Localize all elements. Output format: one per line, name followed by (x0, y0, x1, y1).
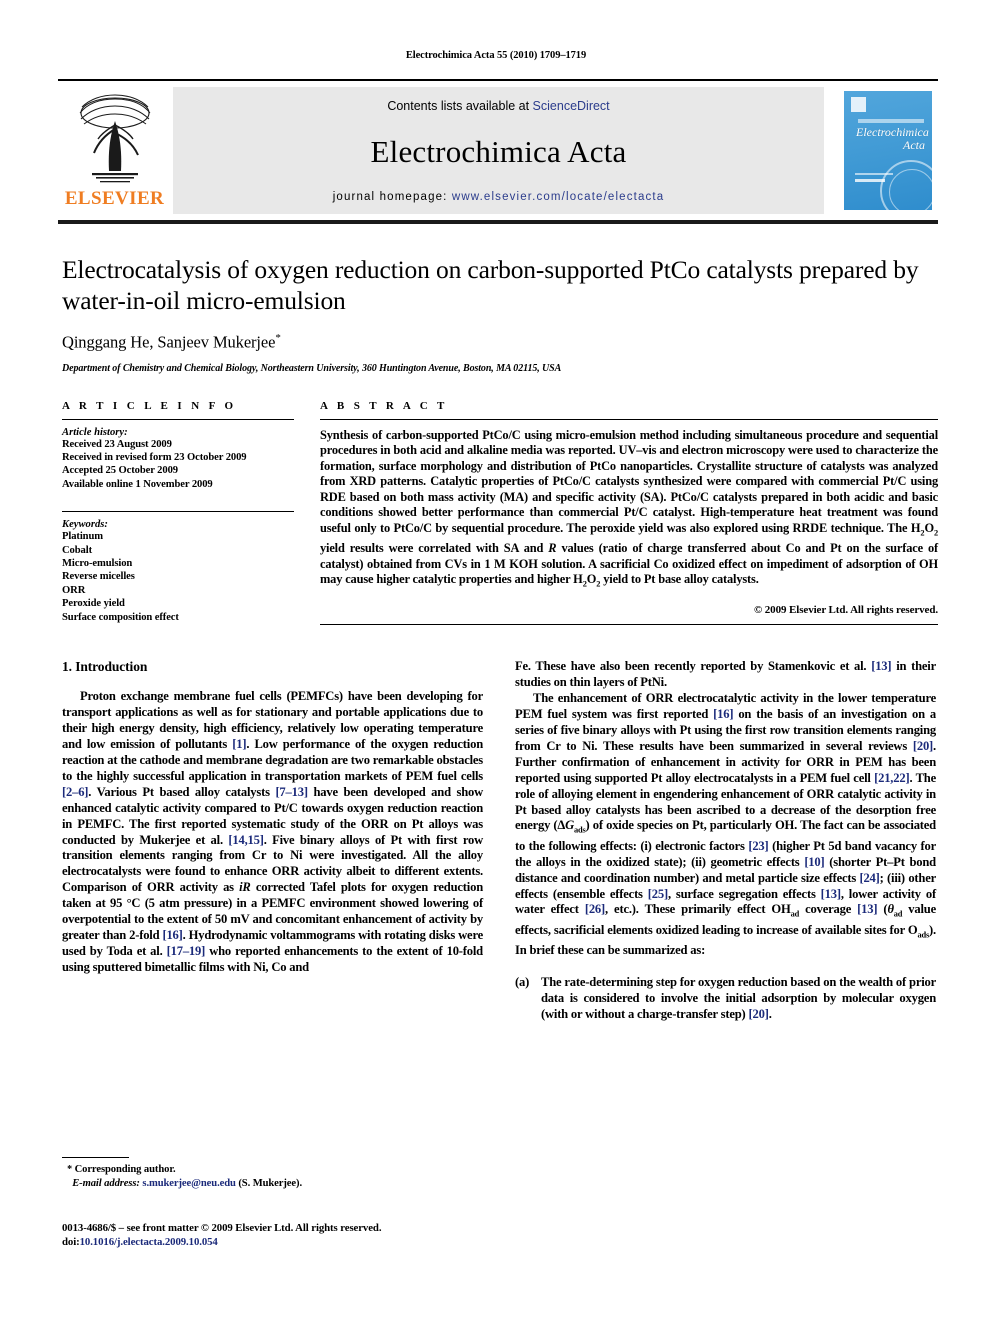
elsevier-tree-icon (79, 94, 150, 183)
citation-ref[interactable]: [14,15] (228, 833, 264, 847)
doi-link[interactable]: 10.1016/j.electacta.2009.10.054 (80, 1236, 218, 1248)
history-online: Available online 1 November 2009 (62, 478, 213, 490)
keywords-label: Keywords: (62, 519, 108, 531)
ise-seal-icon (880, 160, 932, 210)
article-info-heading: A R T I C L E I N F O (62, 399, 237, 412)
abstract-text: Synthesis of carbon-supported PtCo/C usi… (320, 427, 939, 589)
intro-paragraph-1: Proton exchange membrane fuel cells (PEM… (62, 689, 484, 974)
keyword-item: ORR (62, 584, 86, 596)
journal-masthead: ELSEVIER Contents lists available at Sci… (58, 79, 938, 214)
citation-ref[interactable]: [25] (648, 887, 668, 901)
cover-image: Electrochimica Acta (844, 91, 932, 210)
homepage-url-link[interactable]: www.elsevier.com/locate/electacta (452, 191, 664, 203)
elsevier-wordmark: ELSEVIER (64, 188, 165, 209)
page-title: Electrocatalysis of oxygen reduction on … (62, 255, 919, 315)
issn-line: 0013-4686/$ – see front matter © 2009 El… (62, 1222, 382, 1234)
citation-ref[interactable]: [1] (232, 737, 246, 751)
keywords-block: Keywords: Platinum Cobalt Micro-emulsion… (62, 511, 294, 624)
cover-title-line1: Electrochimica (856, 125, 929, 139)
keyword-item: Platinum (62, 531, 103, 543)
journal-title: Electrochimica Acta (370, 134, 627, 169)
citation-ref[interactable]: [16] (713, 707, 733, 721)
abstract-bottom-rule (320, 624, 938, 626)
footnote-rule (62, 1157, 129, 1158)
masthead-bottom-rule (58, 220, 938, 224)
paper-page: Electrochimica Acta 55 (2010) 1709–1719 (0, 0, 992, 1323)
citation-ref[interactable]: [24] (859, 871, 879, 885)
info-abstract-block: A R T I C L E I N F O Article history: R… (62, 400, 938, 626)
history-received: Received 23 August 2009 (62, 438, 172, 450)
email-link[interactable]: s.mukerjee@neu.edu (142, 1178, 235, 1189)
citation-ref[interactable]: [17–19] (167, 944, 206, 958)
affiliation: Department of Chemistry and Chemical Bio… (62, 362, 562, 374)
cover-title-line2: Acta (903, 138, 925, 152)
corresponding-author-note: * Corresponding author. (62, 1163, 483, 1177)
intro-paragraph-continued: Fe. These have also been recently report… (515, 659, 936, 690)
keyword-item: Surface composition effect (62, 611, 179, 623)
masthead-band: Contents lists available at ScienceDirec… (173, 87, 824, 214)
article-history-label: Article history: (62, 426, 128, 438)
author-names: Qinggang He, Sanjeev Mukerjee (62, 332, 276, 352)
elsevier-logo: ELSEVIER (58, 87, 171, 214)
footnote-star-marker: * (67, 1164, 73, 1175)
history-revised: Received in revised form 23 October 2009 (62, 451, 247, 463)
running-head: Electrochimica Acta 55 (2010) 1709–1719 (405, 50, 587, 61)
citation-ref[interactable]: [23] (748, 839, 768, 853)
citation-ref[interactable]: [13] (857, 902, 877, 916)
corresponding-author-marker: * (275, 332, 281, 344)
citation-ref[interactable]: [7–13] (275, 785, 308, 799)
cover-elsevier-icon (851, 97, 866, 112)
keyword-item: Cobalt (62, 544, 93, 556)
keyword-item: Peroxide yield (62, 598, 125, 610)
body-column-right: Fe. These have also been recently report… (515, 659, 936, 1023)
doi-line: doi:10.1016/j.electacta.2009.10.054 (62, 1236, 562, 1250)
history-accepted: Accepted 25 October 2009 (62, 465, 178, 477)
sciencedirect-link[interactable]: ScienceDirect (533, 99, 610, 113)
contents-prefix: Contents lists available at (387, 99, 533, 113)
list-item-marker: (a) (515, 975, 530, 990)
email-suffix: (S. Mukerjee). (238, 1177, 302, 1189)
citation-ref[interactable]: [10] (804, 855, 824, 869)
list-item: (a) The rate-determining step for oxygen… (515, 975, 936, 1023)
doi-prefix: doi: (62, 1235, 80, 1248)
article-info-rule (62, 418, 294, 420)
keywords-rule (62, 511, 294, 513)
intro-paragraph-2: The enhancement of ORR electrocatalytic … (515, 691, 937, 958)
email-note: E-mail address: s.mukerjee@neu.edu (S. M… (62, 1177, 483, 1191)
citation-ref[interactable]: [2–6] (62, 785, 88, 799)
list-item-text: The rate-determining step for oxygen red… (541, 975, 936, 1022)
citation-ref[interactable]: [13] (821, 887, 841, 901)
citation-ref[interactable]: [20] (913, 739, 933, 753)
citation-ref[interactable]: [13] (871, 659, 891, 673)
abstract-copyright: © 2009 Elsevier Ltd. All rights reserved… (754, 604, 938, 617)
keyword-item: Micro-emulsion (62, 557, 133, 569)
citation-ref[interactable]: [21,22] (874, 771, 910, 785)
footnote-block: * Corresponding author. E-mail address: … (62, 1157, 483, 1190)
cover-title: Electrochimica Acta (856, 126, 929, 152)
body-columns: 1. Introduction Proton exchange membrane… (62, 659, 938, 1023)
citation-ref[interactable]: [26] (585, 902, 605, 916)
homepage-prefix: journal homepage: (332, 191, 452, 203)
citation-ref[interactable]: [20] (749, 1007, 769, 1021)
body-column-left: 1. Introduction Proton exchange membrane… (62, 659, 483, 1023)
contents-available-line: Contents lists available at ScienceDirec… (387, 99, 609, 113)
corresponding-author-label: Corresponding author. (74, 1164, 176, 1175)
email-label: E-mail address: (72, 1177, 140, 1189)
abstract-heading: A B S T R A C T (320, 399, 448, 412)
citation-ref[interactable]: [16] (162, 928, 182, 942)
journal-homepage-line: journal homepage: www.elsevier.com/locat… (333, 191, 665, 203)
keyword-item: Reverse micelles (62, 571, 135, 583)
article-info-column: A R T I C L E I N F O Article history: R… (62, 400, 294, 626)
section-heading-introduction: 1. Introduction (62, 659, 148, 675)
cover-banner-strip (858, 119, 924, 123)
abstract-rule (320, 418, 938, 420)
imprint-block: 0013-4686/$ – see front matter © 2009 El… (62, 1222, 562, 1249)
abstract-column: A B S T R A C T Synthesis of carbon-supp… (320, 400, 938, 626)
title-block: Electrocatalysis of oxygen reduction on … (62, 254, 938, 374)
journal-cover-thumbnail: Electrochimica Acta (838, 87, 938, 214)
author-list: Qinggang He, Sanjeev Mukerjee* (62, 332, 938, 353)
